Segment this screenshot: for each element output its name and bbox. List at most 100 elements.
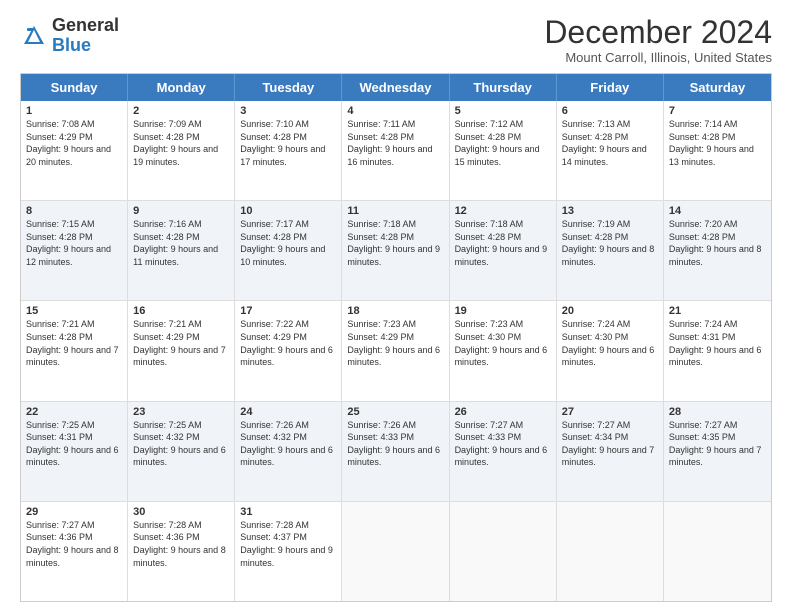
day-cell-28: 28Sunrise: 7:27 AMSunset: 4:35 PMDayligh…: [664, 402, 771, 501]
day-cell-2: 2Sunrise: 7:09 AMSunset: 4:28 PMDaylight…: [128, 101, 235, 200]
day-number: 16: [133, 305, 229, 317]
day-cell-15: 15Sunrise: 7:21 AMSunset: 4:28 PMDayligh…: [21, 301, 128, 400]
day-number: 10: [240, 205, 336, 217]
day-number: 24: [240, 406, 336, 418]
day-cell-13: 13Sunrise: 7:19 AMSunset: 4:28 PMDayligh…: [557, 201, 664, 300]
day-info: Sunrise: 7:27 AMSunset: 4:33 PMDaylight:…: [455, 419, 551, 469]
day-cell-23: 23Sunrise: 7:25 AMSunset: 4:32 PMDayligh…: [128, 402, 235, 501]
day-number: 11: [347, 205, 443, 217]
day-number: 12: [455, 205, 551, 217]
day-info: Sunrise: 7:08 AMSunset: 4:29 PMDaylight:…: [26, 118, 122, 168]
day-number: 20: [562, 305, 658, 317]
day-number: 17: [240, 305, 336, 317]
day-cell-24: 24Sunrise: 7:26 AMSunset: 4:32 PMDayligh…: [235, 402, 342, 501]
day-cell-25: 25Sunrise: 7:26 AMSunset: 4:33 PMDayligh…: [342, 402, 449, 501]
day-number: 21: [669, 305, 766, 317]
day-number: 22: [26, 406, 122, 418]
day-info: Sunrise: 7:24 AMSunset: 4:31 PMDaylight:…: [669, 318, 766, 368]
week-row-5: 29Sunrise: 7:27 AMSunset: 4:36 PMDayligh…: [21, 502, 771, 601]
week-row-1: 1Sunrise: 7:08 AMSunset: 4:29 PMDaylight…: [21, 101, 771, 201]
logo: General Blue: [20, 16, 119, 56]
day-info: Sunrise: 7:26 AMSunset: 4:33 PMDaylight:…: [347, 419, 443, 469]
day-cell-6: 6Sunrise: 7:13 AMSunset: 4:28 PMDaylight…: [557, 101, 664, 200]
day-cell-17: 17Sunrise: 7:22 AMSunset: 4:29 PMDayligh…: [235, 301, 342, 400]
day-number: 6: [562, 105, 658, 117]
header: General Blue December 2024 Mount Carroll…: [20, 16, 772, 65]
day-info: Sunrise: 7:20 AMSunset: 4:28 PMDaylight:…: [669, 218, 766, 268]
day-cell-9: 9Sunrise: 7:16 AMSunset: 4:28 PMDaylight…: [128, 201, 235, 300]
day-info: Sunrise: 7:18 AMSunset: 4:28 PMDaylight:…: [347, 218, 443, 268]
day-info: Sunrise: 7:28 AMSunset: 4:36 PMDaylight:…: [133, 519, 229, 569]
day-info: Sunrise: 7:28 AMSunset: 4:37 PMDaylight:…: [240, 519, 336, 569]
empty-cell: [342, 502, 449, 601]
day-number: 26: [455, 406, 551, 418]
day-cell-4: 4Sunrise: 7:11 AMSunset: 4:28 PMDaylight…: [342, 101, 449, 200]
week-row-4: 22Sunrise: 7:25 AMSunset: 4:31 PMDayligh…: [21, 402, 771, 502]
day-number: 31: [240, 506, 336, 518]
day-cell-22: 22Sunrise: 7:25 AMSunset: 4:31 PMDayligh…: [21, 402, 128, 501]
header-day-thursday: Thursday: [450, 74, 557, 101]
day-number: 23: [133, 406, 229, 418]
day-info: Sunrise: 7:26 AMSunset: 4:32 PMDaylight:…: [240, 419, 336, 469]
day-number: 3: [240, 105, 336, 117]
day-number: 30: [133, 506, 229, 518]
title-area: December 2024 Mount Carroll, Illinois, U…: [544, 16, 772, 65]
day-number: 5: [455, 105, 551, 117]
day-cell-12: 12Sunrise: 7:18 AMSunset: 4:28 PMDayligh…: [450, 201, 557, 300]
day-info: Sunrise: 7:24 AMSunset: 4:30 PMDaylight:…: [562, 318, 658, 368]
page: General Blue December 2024 Mount Carroll…: [0, 0, 792, 612]
day-info: Sunrise: 7:11 AMSunset: 4:28 PMDaylight:…: [347, 118, 443, 168]
day-info: Sunrise: 7:17 AMSunset: 4:28 PMDaylight:…: [240, 218, 336, 268]
day-cell-21: 21Sunrise: 7:24 AMSunset: 4:31 PMDayligh…: [664, 301, 771, 400]
day-cell-14: 14Sunrise: 7:20 AMSunset: 4:28 PMDayligh…: [664, 201, 771, 300]
day-info: Sunrise: 7:09 AMSunset: 4:28 PMDaylight:…: [133, 118, 229, 168]
day-info: Sunrise: 7:22 AMSunset: 4:29 PMDaylight:…: [240, 318, 336, 368]
day-cell-8: 8Sunrise: 7:15 AMSunset: 4:28 PMDaylight…: [21, 201, 128, 300]
day-cell-29: 29Sunrise: 7:27 AMSunset: 4:36 PMDayligh…: [21, 502, 128, 601]
day-info: Sunrise: 7:14 AMSunset: 4:28 PMDaylight:…: [669, 118, 766, 168]
header-day-sunday: Sunday: [21, 74, 128, 101]
day-info: Sunrise: 7:10 AMSunset: 4:28 PMDaylight:…: [240, 118, 336, 168]
day-cell-3: 3Sunrise: 7:10 AMSunset: 4:28 PMDaylight…: [235, 101, 342, 200]
day-number: 18: [347, 305, 443, 317]
day-cell-5: 5Sunrise: 7:12 AMSunset: 4:28 PMDaylight…: [450, 101, 557, 200]
calendar: SundayMondayTuesdayWednesdayThursdayFrid…: [20, 73, 772, 602]
day-info: Sunrise: 7:16 AMSunset: 4:28 PMDaylight:…: [133, 218, 229, 268]
day-number: 1: [26, 105, 122, 117]
header-day-monday: Monday: [128, 74, 235, 101]
empty-cell: [450, 502, 557, 601]
day-info: Sunrise: 7:21 AMSunset: 4:29 PMDaylight:…: [133, 318, 229, 368]
week-row-3: 15Sunrise: 7:21 AMSunset: 4:28 PMDayligh…: [21, 301, 771, 401]
day-info: Sunrise: 7:21 AMSunset: 4:28 PMDaylight:…: [26, 318, 122, 368]
day-info: Sunrise: 7:13 AMSunset: 4:28 PMDaylight:…: [562, 118, 658, 168]
day-cell-20: 20Sunrise: 7:24 AMSunset: 4:30 PMDayligh…: [557, 301, 664, 400]
day-number: 27: [562, 406, 658, 418]
day-number: 13: [562, 205, 658, 217]
day-number: 14: [669, 205, 766, 217]
day-cell-7: 7Sunrise: 7:14 AMSunset: 4:28 PMDaylight…: [664, 101, 771, 200]
day-number: 4: [347, 105, 443, 117]
location: Mount Carroll, Illinois, United States: [544, 50, 772, 65]
day-cell-10: 10Sunrise: 7:17 AMSunset: 4:28 PMDayligh…: [235, 201, 342, 300]
day-cell-1: 1Sunrise: 7:08 AMSunset: 4:29 PMDaylight…: [21, 101, 128, 200]
day-cell-27: 27Sunrise: 7:27 AMSunset: 4:34 PMDayligh…: [557, 402, 664, 501]
day-info: Sunrise: 7:27 AMSunset: 4:34 PMDaylight:…: [562, 419, 658, 469]
empty-cell: [664, 502, 771, 601]
month-title: December 2024: [544, 16, 772, 48]
day-info: Sunrise: 7:23 AMSunset: 4:30 PMDaylight:…: [455, 318, 551, 368]
logo-icon: [20, 22, 48, 50]
day-number: 29: [26, 506, 122, 518]
day-cell-11: 11Sunrise: 7:18 AMSunset: 4:28 PMDayligh…: [342, 201, 449, 300]
day-cell-18: 18Sunrise: 7:23 AMSunset: 4:29 PMDayligh…: [342, 301, 449, 400]
day-number: 15: [26, 305, 122, 317]
week-row-2: 8Sunrise: 7:15 AMSunset: 4:28 PMDaylight…: [21, 201, 771, 301]
day-number: 9: [133, 205, 229, 217]
day-info: Sunrise: 7:23 AMSunset: 4:29 PMDaylight:…: [347, 318, 443, 368]
day-info: Sunrise: 7:19 AMSunset: 4:28 PMDaylight:…: [562, 218, 658, 268]
header-day-saturday: Saturday: [664, 74, 771, 101]
day-cell-16: 16Sunrise: 7:21 AMSunset: 4:29 PMDayligh…: [128, 301, 235, 400]
calendar-body: 1Sunrise: 7:08 AMSunset: 4:29 PMDaylight…: [21, 101, 771, 601]
day-number: 2: [133, 105, 229, 117]
header-day-friday: Friday: [557, 74, 664, 101]
day-info: Sunrise: 7:12 AMSunset: 4:28 PMDaylight:…: [455, 118, 551, 168]
